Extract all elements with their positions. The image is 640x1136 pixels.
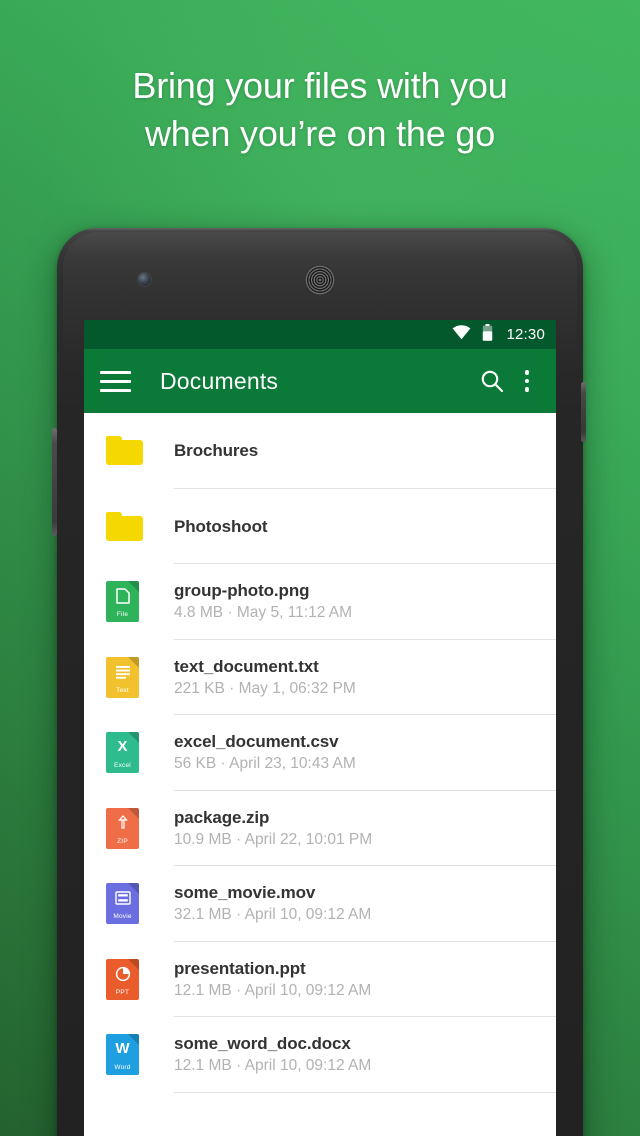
list-item-meta: 10.9 MB · April 22, 10:01 PM: [174, 830, 373, 848]
file-type-label: Word: [114, 1064, 131, 1072]
file-ppt-icon: PPT: [106, 958, 139, 1000]
list-item-icon-wrap: Movie: [106, 883, 174, 925]
list-item-name: Brochures: [174, 441, 259, 461]
list-item-name: presentation.ppt: [174, 958, 306, 978]
file-type-label: PPT: [115, 988, 130, 996]
list-item[interactable]: File group-photo.png 4.8 MB · May 5, 11:12…: [84, 564, 556, 640]
volume-rocker-button[interactable]: [52, 428, 57, 536]
file-excel-icon: X Excel: [106, 732, 139, 774]
file-glyph: [106, 588, 139, 605]
status-bar-clock: 12:30: [506, 326, 545, 343]
file-glyph: [106, 966, 139, 982]
list-item-meta: 56 KB · April 23, 10:43 AM: [174, 755, 356, 773]
headline-line-2: when you’re on the go: [144, 113, 496, 154]
front-camera-icon: [138, 273, 151, 286]
list-item-icon-wrap: [106, 511, 174, 541]
list-item-name: Photoshoot: [174, 516, 268, 536]
list-item[interactable]: Photoshoot: [84, 488, 556, 564]
file-type-label: Text: [116, 686, 129, 694]
page-title: Documents: [160, 367, 279, 394]
list-item-text: presentation.ppt 12.1 MB · April 10, 09:1…: [174, 958, 556, 1001]
list-item-text: Photoshoot: [174, 516, 556, 537]
hamburger-menu-icon[interactable]: [100, 364, 134, 398]
list-item-name: some_word_doc.docx: [174, 1034, 351, 1054]
folder-icon: [106, 436, 143, 466]
list-item-meta: 12.1 MB · April 10, 09:12 AM: [174, 981, 372, 999]
list-item-icon-wrap: Text: [106, 656, 174, 698]
file-glyph: [106, 814, 139, 831]
file-glyph: [106, 664, 139, 680]
overflow-menu-icon[interactable]: [514, 363, 540, 399]
list-item-meta: 221 KB · May 1, 06:32 PM: [174, 679, 356, 697]
promo-headline: Bring your files with you when you’re on…: [0, 62, 640, 158]
list-item-name: package.zip: [174, 807, 270, 827]
battery-icon: [482, 323, 493, 346]
file-list[interactable]: Brochures Photoshoot File group-photo.png 4.…: [84, 413, 556, 1093]
folder-icon: [106, 511, 143, 541]
list-item-text: group-photo.png 4.8 MB · May 5, 11:12 AM: [174, 580, 556, 623]
file-text-icon: Text: [106, 656, 139, 698]
search-icon[interactable]: [474, 363, 510, 399]
file-word-icon: W Word: [106, 1034, 139, 1076]
file-type-label: ZIP: [117, 837, 128, 845]
list-item-text: Brochures: [174, 440, 556, 461]
list-item-text: some_movie.mov 32.1 MB · April 10, 09:12 …: [174, 882, 556, 925]
list-item-text: excel_document.csv 56 KB · April 23, 10:4…: [174, 731, 556, 774]
status-bar: 12:30: [84, 320, 556, 349]
list-item[interactable]: Brochures: [84, 413, 556, 489]
list-item-name: text_document.txt: [174, 656, 319, 676]
list-item-icon-wrap: W Word: [106, 1034, 174, 1076]
file-glyph: W: [115, 1040, 130, 1058]
list-item-meta: 12.1 MB · April 10, 09:12 AM: [174, 1057, 372, 1075]
list-item[interactable]: PPT presentation.ppt 12.1 MB · April 10, 0…: [84, 941, 556, 1017]
list-item-icon-wrap: PPT: [106, 958, 174, 1000]
file-type-label: Movie: [113, 913, 132, 921]
list-item-meta: 4.8 MB · May 5, 11:12 AM: [174, 604, 353, 622]
list-item-icon-wrap: [106, 436, 174, 466]
list-item-text: text_document.txt 221 KB · May 1, 06:32 P…: [174, 656, 556, 699]
list-item-name: some_movie.mov: [174, 883, 316, 903]
list-item-icon-wrap: File: [106, 581, 174, 623]
list-item-icon-wrap: X Excel: [106, 732, 174, 774]
list-item[interactable]: ZIP package.zip 10.9 MB · April 22, 10:01 …: [84, 790, 556, 866]
headline-line-1: Bring your files with you: [132, 65, 508, 106]
list-item-meta: 32.1 MB · April 10, 09:12 AM: [174, 906, 372, 924]
list-item[interactable]: Text text_document.txt 221 KB · May 1, 06:…: [84, 639, 556, 715]
list-item-icon-wrap: ZIP: [106, 807, 174, 849]
file-glyph: X: [117, 738, 128, 756]
list-item-name: group-photo.png: [174, 581, 310, 601]
file-type-label: Excel: [114, 762, 131, 770]
file-type-label: File: [116, 611, 129, 619]
list-item[interactable]: W Word some_word_doc.docx 12.1 MB · April 1…: [84, 1017, 556, 1093]
file-movie-icon: Movie: [106, 883, 139, 925]
app-bar: Documents: [84, 349, 556, 413]
file-zip-icon: ZIP: [106, 807, 139, 849]
file-glyph: [106, 890, 139, 906]
list-item-text: package.zip 10.9 MB · April 22, 10:01 PM: [174, 807, 556, 850]
phone-screen: 12:30 Documents Brochures Photoshoot File g…: [84, 320, 556, 1136]
list-item[interactable]: Movie some_movie.mov 32.1 MB · April 10, 0…: [84, 866, 556, 942]
power-button[interactable]: [581, 382, 586, 442]
earpiece-speaker-icon: [305, 265, 335, 295]
wifi-icon: [452, 324, 471, 345]
list-item-text: some_word_doc.docx 12.1 MB · April 10, 09…: [174, 1033, 556, 1076]
file-generic-icon: File: [106, 581, 139, 623]
list-item[interactable]: X Excel excel_document.csv 56 KB · April 23…: [84, 715, 556, 791]
list-item-name: excel_document.csv: [174, 732, 339, 752]
